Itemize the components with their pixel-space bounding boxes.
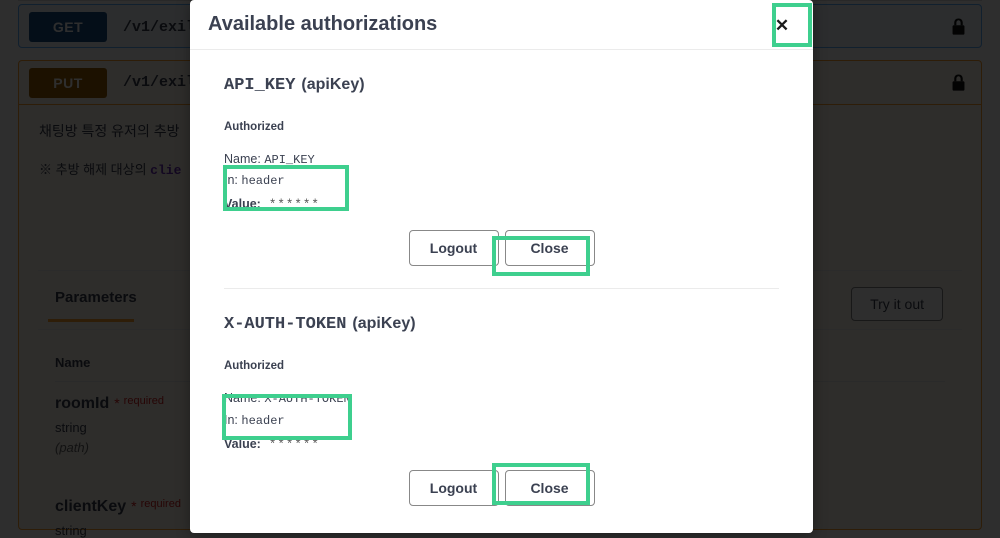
- auth-in-label: In:: [224, 413, 238, 427]
- auth-in-value: header: [241, 414, 284, 428]
- auth-scheme-kind: (apiKey): [352, 315, 415, 332]
- logout-button[interactable]: Logout: [409, 230, 499, 266]
- logout-button[interactable]: Logout: [409, 470, 499, 506]
- available-authorizations-modal: Available authorizations ✕ API_KEY (apiKe…: [190, 0, 813, 533]
- auth-name-label: Name:: [224, 152, 261, 166]
- auth-section-title: API_KEY (apiKey): [224, 76, 779, 95]
- auth-meta: Name: X-AUTH-TOKEN In: header: [224, 388, 779, 430]
- screen: GET /v1/exiles/ PUT /v1/exiles/: [0, 0, 1000, 538]
- modal-body: API_KEY (apiKey) Authorized Name: API_KEY…: [190, 50, 813, 506]
- auth-name-row: Name: X-AUTH-TOKEN: [224, 388, 779, 409]
- auth-scheme-name: X-AUTH-TOKEN: [224, 315, 346, 334]
- auth-value-masked: ******: [269, 198, 320, 212]
- auth-value-masked: ******: [269, 438, 320, 452]
- modal-header: Available authorizations ✕: [190, 0, 813, 50]
- auth-name-label: Name:: [224, 391, 261, 405]
- auth-scheme-name: API_KEY: [224, 76, 295, 95]
- auth-value-label: Value:: [224, 437, 261, 451]
- auth-in-label: In:: [224, 173, 238, 187]
- auth-button-row: Logout Close: [224, 230, 779, 266]
- close-icon[interactable]: ✕: [771, 14, 793, 36]
- auth-in-value: header: [241, 174, 284, 188]
- auth-value-row: Value: ******: [224, 197, 779, 212]
- auth-button-row: Logout Close: [224, 470, 779, 506]
- close-button[interactable]: Close: [505, 470, 595, 506]
- page-title: Available authorizations: [208, 13, 437, 36]
- auth-value-label: Value:: [224, 197, 261, 211]
- auth-name-value: API_KEY: [264, 153, 314, 167]
- auth-meta: Name: API_KEY In: header: [224, 149, 779, 191]
- auth-section-x-auth-token: X-AUTH-TOKEN (apiKey) Authorized Name: X-…: [224, 289, 779, 505]
- auth-section-title: X-AUTH-TOKEN (apiKey): [224, 315, 779, 334]
- auth-value-row: Value: ******: [224, 437, 779, 452]
- auth-scheme-kind: (apiKey): [301, 76, 364, 93]
- auth-in-row: In: header: [224, 410, 779, 431]
- auth-name-value: X-AUTH-TOKEN: [264, 392, 350, 406]
- close-button[interactable]: Close: [505, 230, 595, 266]
- auth-in-row: In: header: [224, 170, 779, 191]
- auth-section-api-key: API_KEY (apiKey) Authorized Name: API_KEY…: [224, 50, 779, 266]
- status-badge: Authorized: [224, 121, 779, 133]
- status-badge: Authorized: [224, 360, 779, 372]
- auth-name-row: Name: API_KEY: [224, 149, 779, 170]
